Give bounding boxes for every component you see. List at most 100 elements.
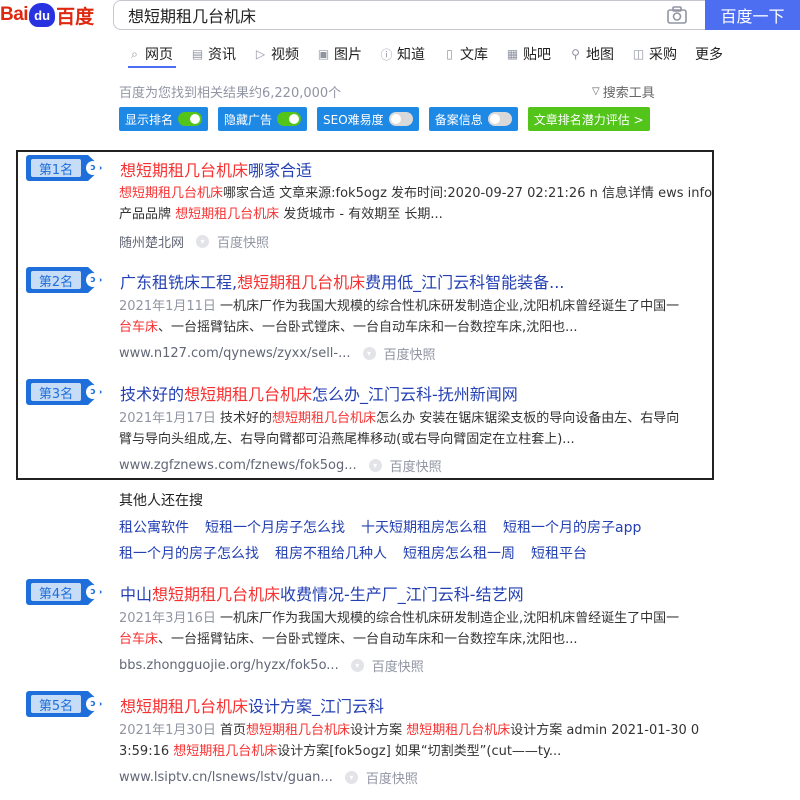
result-snippet: 台车床、一台摇臂钻床、一台卧式镗床、一台自动车床和一台数控车床,沈阳也... xyxy=(119,632,578,647)
chip-seo-difficulty[interactable]: SEO难易度 xyxy=(317,107,419,131)
search-icon: ⌕ xyxy=(131,46,138,61)
related-search-link[interactable]: 租公寓软件 xyxy=(119,517,189,537)
chip-show-rank[interactable]: 显示排名 xyxy=(119,107,209,131)
logo-bai: Bai xyxy=(0,4,29,25)
snapshot-link[interactable]: 百度快照 xyxy=(217,232,269,251)
map-pin-icon: ⚲ xyxy=(571,47,580,61)
related-search-link[interactable]: 十天短期租房怎么租 xyxy=(361,517,487,537)
related-search-link[interactable]: 短租平台 xyxy=(531,543,587,563)
related-searches-row: 租一个月的房子怎么找 租房不租给几种人 短租房怎么租一周 短租平台 xyxy=(119,543,603,563)
tab-video[interactable]: ▷ 视频 xyxy=(254,40,299,68)
toggle-switch[interactable] xyxy=(178,112,203,126)
tab-label: 更多 xyxy=(695,47,723,63)
related-searches-row: 租公寓软件 短租一个月房子怎么找 十天短期租房怎么租 短租一个月的房子app xyxy=(119,517,657,537)
search-box xyxy=(113,0,705,30)
search-tools-button[interactable]: ▽ 搜索工具 xyxy=(592,82,655,101)
tab-purchase[interactable]: ◫ 采购 xyxy=(632,40,677,68)
search-button[interactable]: 百度一下 xyxy=(705,0,800,30)
tab-label: 图片 xyxy=(334,47,362,63)
swirl-icon: ↄ xyxy=(86,161,100,175)
result-source: www.lsiptv.cn/lsnews/lstv/guan... ▾ 百度快照 xyxy=(119,768,418,787)
related-search-link[interactable]: 租房不租给几种人 xyxy=(275,543,387,563)
tab-wenku[interactable]: ▯ 文库 xyxy=(443,40,488,68)
result-title-link[interactable]: 中山想短期租几台机床收费情况-生产厂_江门云科-结艺网 xyxy=(120,581,524,605)
shield-icon: ▾ xyxy=(362,347,376,360)
result-title-link[interactable]: 广东租铣床工程,想短期租几台机床费用低_江门云科智能装备... xyxy=(120,269,564,293)
tab-web[interactable]: ⌕ 网页 xyxy=(128,40,173,68)
source-link[interactable]: www.n127.com/qynews/zyxx/sell-... xyxy=(119,346,351,361)
chip-label: 隐藏广告 xyxy=(224,112,273,127)
rank-badge: 第3名 ↄ xyxy=(26,379,104,405)
chip-label: 文章排名潜力评估 > xyxy=(533,112,644,127)
tab-label: 采购 xyxy=(649,47,677,63)
snapshot-link[interactable]: 百度快照 xyxy=(390,456,442,475)
shield-icon: ▾ xyxy=(196,235,210,248)
chip-rank-potential[interactable]: 文章排名潜力评估 > xyxy=(527,107,650,131)
chip-label: 备案信息 xyxy=(434,112,483,127)
tab-tieba[interactable]: ▦ 贴吧 xyxy=(506,40,551,68)
chip-icp-info[interactable]: 备案信息 xyxy=(428,107,518,131)
rank-badge: 第4名 ↄ xyxy=(26,579,104,605)
result-title-link[interactable]: 想短期租几台机床设计方案_江门云科 xyxy=(120,693,384,717)
doc-icon: ▯ xyxy=(446,47,453,61)
related-search-link[interactable]: 租一个月的房子怎么找 xyxy=(119,543,259,563)
tab-more[interactable]: 更多 xyxy=(695,40,723,68)
rank-badge: 第2名 ↄ xyxy=(26,267,104,293)
chip-hide-ads[interactable]: 隐藏广告 xyxy=(218,107,308,131)
result-source: www.n127.com/qynews/zyxx/sell-... ▾ 百度快照 xyxy=(119,344,436,363)
related-search-link[interactable]: 短租一个月房子怎么找 xyxy=(205,517,345,537)
result-snippet: 2021年1月11日 一机床厂作为我国大规模的综合性机床研发制造企业,沈阳机床曾… xyxy=(119,299,680,314)
search-input[interactable] xyxy=(128,5,648,25)
search-tools-label: 搜索工具 xyxy=(602,86,655,101)
result-snippet: 2021年3月16日 一机床厂作为我国大规模的综合性机床研发制造企业,沈阳机床曾… xyxy=(119,611,680,626)
baidu-logo[interactable]: Bai du 百度 xyxy=(0,0,94,30)
news-icon: ▤ xyxy=(191,47,204,61)
source-link[interactable]: bbs.zhongguojie.org/hyzx/fok5o... xyxy=(119,658,339,673)
result-source: 随州楚北网 ▾ 百度快照 xyxy=(119,232,269,251)
tab-news[interactable]: ▤ 资讯 xyxy=(191,40,236,68)
swirl-icon: ↄ xyxy=(86,385,100,399)
related-searches-title: 其他人还在搜 xyxy=(119,493,203,509)
toggle-switch[interactable] xyxy=(277,112,302,126)
tab-label: 文库 xyxy=(460,47,488,63)
search-tabs: ⌕ 网页 ▤ 资讯 ▷ 视频 ▣ 图片 ⓘ 知道 ▯ 文库 ▦ 贴吧 ⚲ 地图 … xyxy=(128,40,741,68)
tab-map[interactable]: ⚲ 地图 xyxy=(569,40,614,68)
toggle-switch[interactable] xyxy=(388,112,413,126)
rank-badge: 第5名 ↄ xyxy=(26,691,104,717)
result-title-link[interactable]: 想短期租几台机床哪家合适 xyxy=(120,157,312,181)
snapshot-link[interactable]: 百度快照 xyxy=(372,656,424,675)
chip-label: SEO难易度 xyxy=(323,112,384,127)
related-search-link[interactable]: 短租一个月的房子app xyxy=(503,517,641,537)
tab-label: 知道 xyxy=(397,47,425,63)
funnel-icon: ▽ xyxy=(592,86,600,97)
tab-label: 地图 xyxy=(586,47,614,63)
swirl-icon: ↄ xyxy=(86,273,100,287)
snapshot-link[interactable]: 百度快照 xyxy=(384,344,436,363)
result-snippet: 2021年1月17日 技术好的想短期租几台机床怎么办 安装在锯床锯梁支板的导向设… xyxy=(119,411,680,426)
result-snippet: 3:59:16 想短期租几台机床设计方案[fok5ogz] 如果“切割类型”(c… xyxy=(119,744,562,759)
source-link[interactable]: www.zgfznews.com/fznews/fok5og... xyxy=(119,458,357,473)
tab-zhidao[interactable]: ⓘ 知道 xyxy=(380,40,425,68)
toggle-switch[interactable] xyxy=(487,112,512,126)
shield-icon: ▾ xyxy=(368,459,382,472)
camera-icon[interactable] xyxy=(667,6,687,24)
result-snippet: 2021年1月30日 首页想短期租几台机床设计方案 想短期租几台机床设计方案 a… xyxy=(119,723,700,738)
source-link[interactable]: 随州楚北网 xyxy=(119,232,184,251)
shield-icon: ▾ xyxy=(350,659,364,672)
tab-label: 网页 xyxy=(145,47,173,63)
image-icon: ▣ xyxy=(317,47,330,61)
related-search-link[interactable]: 短租房怎么租一周 xyxy=(403,543,515,563)
tab-label: 资讯 xyxy=(208,47,236,63)
tab-image[interactable]: ▣ 图片 xyxy=(317,40,362,68)
swirl-icon: ↄ xyxy=(86,585,100,599)
swirl-icon: ↄ xyxy=(86,697,100,711)
result-count: 百度为您找到相关结果约6,220,000个 xyxy=(119,86,342,101)
cart-icon: ◫ xyxy=(632,47,645,61)
snapshot-link[interactable]: 百度快照 xyxy=(366,768,418,787)
rank-badge: 第1名 ↄ xyxy=(26,155,104,181)
result-title-link[interactable]: 技术好的想短期租几台机床怎么办_江门云科-抚州新闻网 xyxy=(120,381,518,405)
result-snippet: 想短期租几台机床哪家合适 文章来源:fok5ogz 发布时间:2020-09-2… xyxy=(119,186,713,201)
source-link[interactable]: www.lsiptv.cn/lsnews/lstv/guan... xyxy=(119,770,333,785)
question-icon: ⓘ xyxy=(380,47,393,62)
tab-label: 视频 xyxy=(271,47,299,63)
